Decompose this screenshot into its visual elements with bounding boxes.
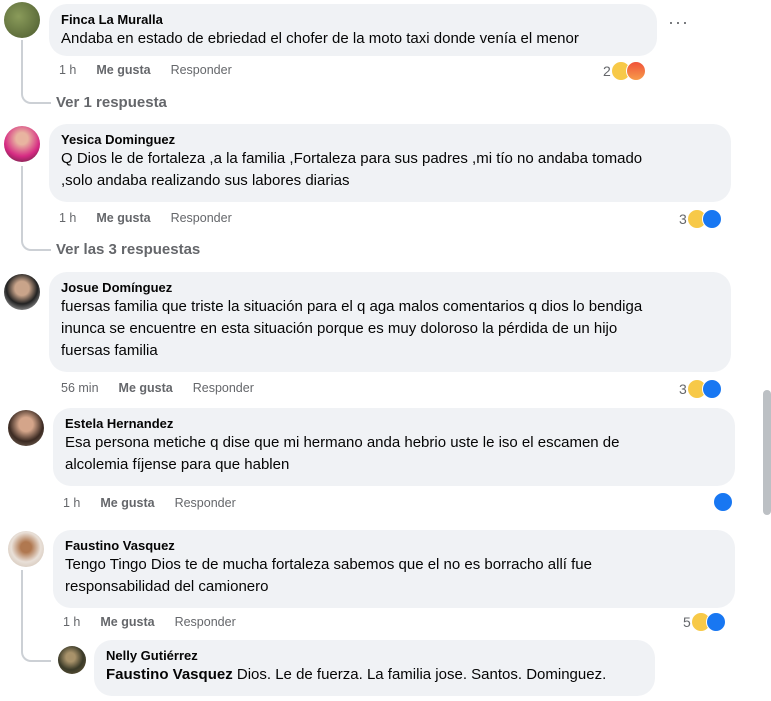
like-button[interactable]: Me gusta: [100, 496, 154, 510]
avatar[interactable]: [8, 531, 44, 567]
comment-author[interactable]: Estela Hernandez: [65, 416, 723, 432]
scrollbar[interactable]: [763, 390, 771, 515]
reaction-count: 5: [683, 614, 691, 630]
avatar[interactable]: [4, 2, 40, 38]
comment-time[interactable]: 1 h: [63, 496, 80, 510]
reply-button[interactable]: Responder: [175, 615, 236, 629]
comment-bubble: Finca La Muralla Andaba en estado de ebr…: [49, 4, 657, 56]
avatar[interactable]: [4, 126, 40, 162]
comment-text-line: fuersas familia: [61, 342, 158, 359]
comment-author[interactable]: Yesica Dominguez: [61, 132, 719, 148]
more-options-icon[interactable]: ···: [668, 12, 689, 33]
thread-line: [21, 570, 51, 662]
comment-actions: 56 min Me gusta Responder: [61, 381, 254, 395]
angry-icon: [625, 61, 646, 81]
comment-time[interactable]: 1 h: [59, 211, 76, 225]
view-replies-link[interactable]: Ver las 3 respuestas: [56, 241, 200, 258]
comment-text-line: ,solo andaba realizando sus labores diar…: [61, 172, 350, 189]
reply-button[interactable]: Responder: [171, 63, 232, 77]
reply-text: Dios. Le de fuerza. La familia jose. San…: [232, 666, 607, 683]
comment-text: Andaba en estado de ebriedad el chofer d…: [61, 30, 579, 47]
comment-text-line: Q Dios le de fortaleza ,a la familia ,Fo…: [61, 150, 643, 167]
comment-text-line: inunca se encuentre en esta situación po…: [61, 320, 618, 337]
comment-bubble: Yesica Dominguez Q Dios le de fortaleza …: [49, 124, 731, 202]
reaction-count: 3: [679, 211, 687, 227]
comment-author[interactable]: Finca La Muralla: [61, 12, 645, 28]
reaction-summary[interactable]: 3: [679, 379, 722, 399]
reply-button[interactable]: Responder: [193, 381, 254, 395]
like-icon: [713, 492, 733, 512]
avatar[interactable]: [58, 646, 86, 674]
thread-line: [21, 166, 51, 251]
view-replies-link[interactable]: Ver 1 respuesta: [56, 94, 167, 111]
mention-link[interactable]: Faustino Vasquez: [106, 666, 233, 683]
comment-time[interactable]: 1 h: [63, 615, 80, 629]
reaction-summary[interactable]: 3: [679, 209, 722, 229]
reaction-count: 2: [603, 63, 611, 79]
reaction-summary[interactable]: 5: [683, 612, 726, 632]
comment-bubble: Josue Domínguez fuersas familia que tris…: [49, 272, 731, 372]
comment-text-line: Tengo Tingo Dios te de mucha fortaleza s…: [65, 556, 592, 573]
avatar[interactable]: [8, 410, 44, 446]
comment-bubble: Estela Hernandez Esa persona metiche q d…: [53, 408, 735, 486]
like-button[interactable]: Me gusta: [96, 63, 150, 77]
reply-author[interactable]: Nelly Gutiérrez: [106, 648, 643, 664]
comment-actions: 1 h Me gusta Responder: [59, 63, 232, 77]
like-icon: [705, 612, 726, 632]
like-button[interactable]: Me gusta: [100, 615, 154, 629]
comment-text-line: fuersas familia que triste la situación …: [61, 298, 643, 315]
thread-line: [21, 40, 51, 104]
reply-bubble: Nelly Gutiérrez Faustino Vasquez Dios. L…: [94, 640, 655, 696]
like-button[interactable]: Me gusta: [96, 211, 150, 225]
comment-text-line: responsabilidad del camionero: [65, 578, 269, 595]
comment-bubble: Faustino Vasquez Tengo Tingo Dios te de …: [53, 530, 735, 608]
avatar[interactable]: [4, 274, 40, 310]
comment-time[interactable]: 1 h: [59, 63, 76, 77]
reaction-summary[interactable]: 2: [603, 61, 646, 81]
comment-actions: 1 h Me gusta Responder: [59, 211, 232, 225]
comment-text-line: Esa persona metiche q dise que mi herman…: [65, 434, 620, 451]
like-icon: [701, 209, 722, 229]
comment-actions: 1 h Me gusta Responder: [63, 496, 236, 510]
reaction-summary[interactable]: [713, 492, 733, 512]
like-button[interactable]: Me gusta: [119, 381, 173, 395]
comment-time[interactable]: 56 min: [61, 381, 99, 395]
comment-actions: 1 h Me gusta Responder: [63, 615, 236, 629]
reply-button[interactable]: Responder: [175, 496, 236, 510]
reaction-count: 3: [679, 381, 687, 397]
reply-button[interactable]: Responder: [171, 211, 232, 225]
comment-text-line: alcolemia fíjense para que hablen: [65, 456, 290, 473]
comment-author[interactable]: Josue Domínguez: [61, 280, 719, 296]
like-icon: [701, 379, 722, 399]
comment-author[interactable]: Faustino Vasquez: [65, 538, 723, 554]
